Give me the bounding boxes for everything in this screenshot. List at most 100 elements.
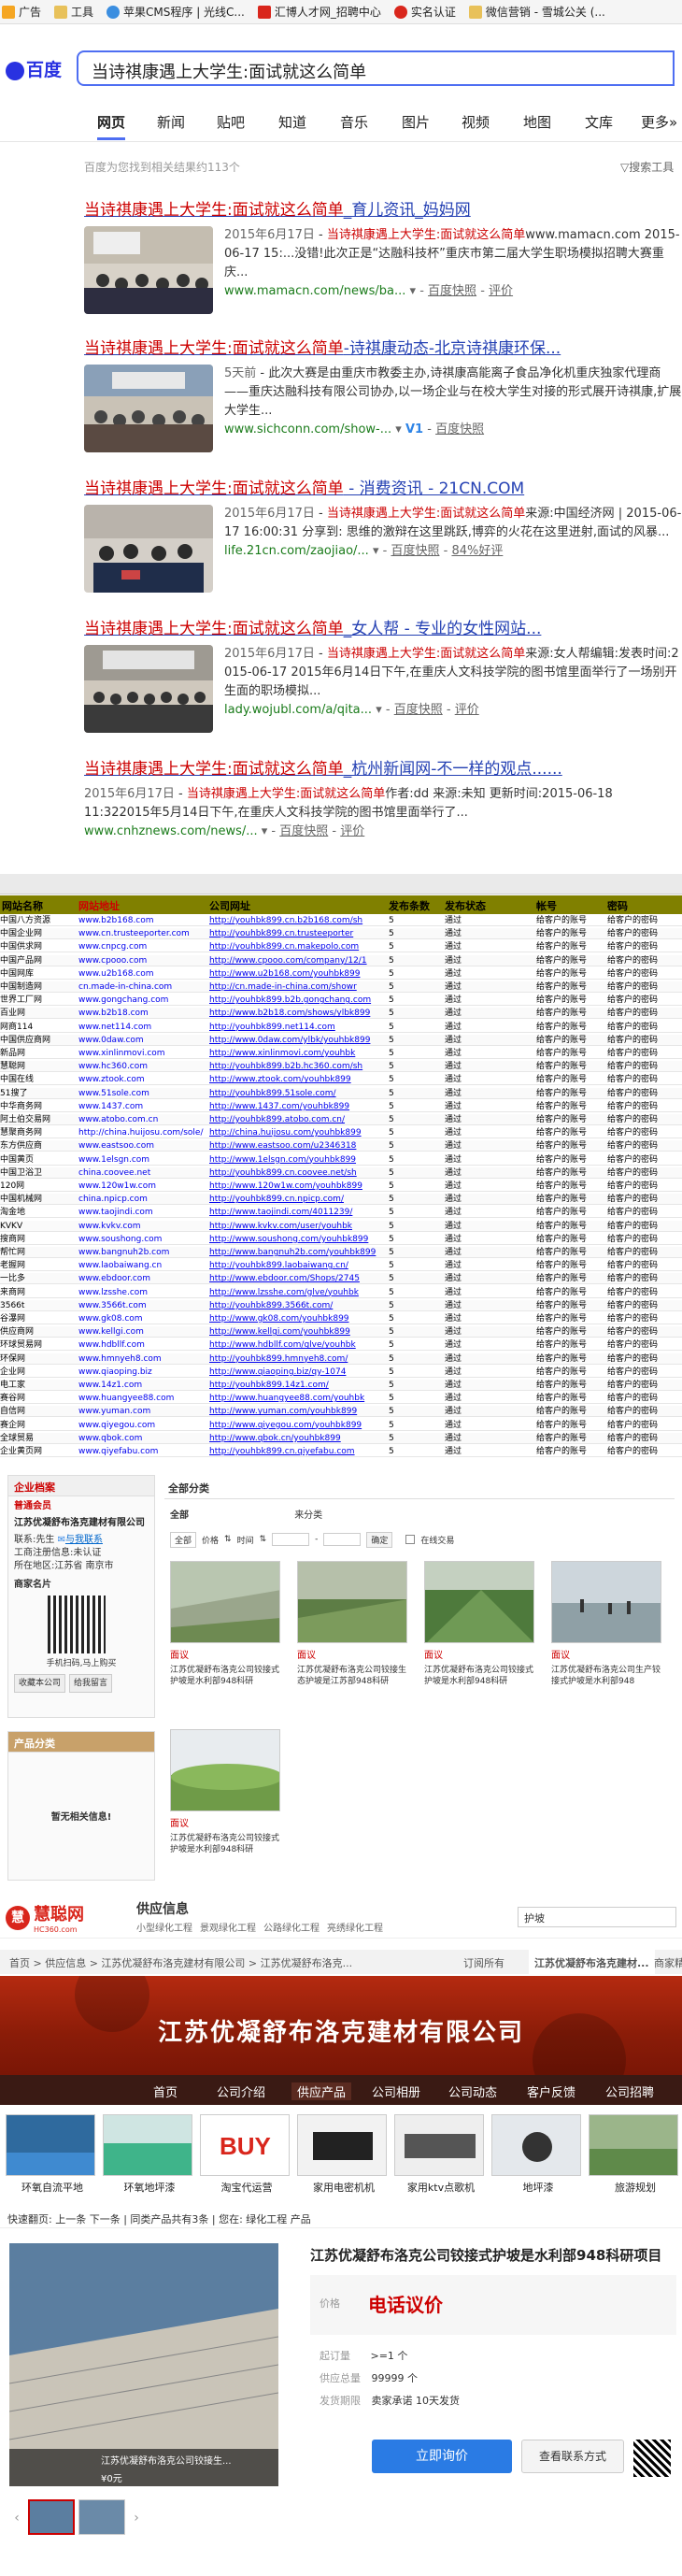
sheet-cell[interactable]: www.soushong.com bbox=[78, 1234, 209, 1245]
sheet-cell[interactable]: www.huangyee88.com bbox=[78, 1393, 209, 1404]
nav-home[interactable]: 首页 bbox=[153, 2082, 178, 2100]
sheet-cell[interactable]: http://www.huangyee88.com/youhbk bbox=[209, 1393, 387, 1404]
sheet-cell[interactable]: china.npicp.com bbox=[78, 1194, 209, 1205]
thumb-item[interactable]: 家用电密机机 bbox=[297, 2114, 391, 2195]
quick-nav[interactable]: 快速翻页: 上一条 下一条 | 同类产品共有3条 | 您在: 绿化工程 产品 bbox=[0, 2208, 682, 2228]
thumb-item[interactable]: 家用ktv点歌机 bbox=[394, 2114, 488, 2195]
nav-album[interactable]: 公司相册 bbox=[372, 2082, 420, 2100]
snapshot-link[interactable]: 百度快照 bbox=[435, 422, 484, 436]
filter-all[interactable]: 全部 bbox=[170, 1531, 197, 1548]
bookmark-tools[interactable]: 工具 bbox=[54, 4, 93, 20]
product-image[interactable] bbox=[170, 1561, 280, 1643]
product-card[interactable]: 面议 江苏优凝舒布洛克公司生产铰接式护坡是水利部948 bbox=[551, 1561, 667, 1687]
sheet-cell[interactable]: http://youhbk899.cn.npicp.com/ bbox=[209, 1194, 387, 1205]
rating-link[interactable]: 84%好评 bbox=[451, 544, 503, 558]
product-card[interactable]: 面议 江苏优凝舒布洛克公司铰接式护坡是水利部948科研 bbox=[170, 1729, 286, 1855]
product-image[interactable] bbox=[424, 1561, 534, 1643]
sheet-cell[interactable]: http://youhbk899.laobaiwang.cn/ bbox=[209, 1260, 387, 1271]
sheet-cell[interactable]: http://www.kvkv.com/user/youhbk bbox=[209, 1221, 387, 1232]
sheet-cell[interactable]: www.b2b168.com bbox=[78, 915, 209, 926]
rating-link[interactable]: 评价 bbox=[489, 284, 513, 298]
thumb-item[interactable]: 环氧自流平地 bbox=[6, 2114, 99, 2195]
sheet-cell[interactable]: www.1437.com bbox=[78, 1101, 209, 1112]
sheet-cell[interactable]: http://youhbk899.atobo.com.cn/ bbox=[209, 1114, 387, 1125]
sheet-cell[interactable]: http://www.yuman.com/youhbk899 bbox=[209, 1406, 387, 1417]
sheet-cell[interactable]: www.hmnyeh8.com bbox=[78, 1353, 209, 1365]
sheet-cell[interactable]: www.qbok.com bbox=[78, 1433, 209, 1444]
tab-video[interactable]: 视频 bbox=[462, 112, 490, 132]
tab-news[interactable]: 新闻 bbox=[157, 112, 185, 132]
filter-time[interactable]: 时间 bbox=[237, 1534, 254, 1546]
snapshot-link[interactable]: 百度快照 bbox=[428, 284, 476, 298]
snapshot-link[interactable]: 百度快照 bbox=[279, 824, 328, 838]
filter-confirm-button[interactable]: 确定 bbox=[366, 1531, 393, 1548]
bookmark-realname[interactable]: 实名认证 bbox=[393, 4, 456, 20]
tab-web[interactable]: 网页 bbox=[97, 112, 126, 140]
quick-link[interactable]: 亮绣绿化工程 bbox=[327, 1920, 383, 1934]
prev-arrow-icon[interactable]: ‹ bbox=[9, 2499, 24, 2537]
sheet-cell[interactable]: www.1elsgn.com bbox=[78, 1154, 209, 1166]
sheet-cell[interactable]: www.qiyegou.com bbox=[78, 1420, 209, 1431]
tab-zhidao[interactable]: 知道 bbox=[278, 112, 306, 132]
sheet-cell[interactable]: http://www.1437.com/youhbk899 bbox=[209, 1101, 387, 1112]
sheet-cell[interactable]: http://www.kellgi.com/youhbk899 bbox=[209, 1326, 387, 1338]
company-tab[interactable]: 江苏优凝舒布洛克建材... bbox=[529, 1950, 655, 1974]
product-desc[interactable]: 江苏优凝舒布洛克公司铰接式护坡是水利部948科研 bbox=[170, 1665, 286, 1687]
sheet-cell[interactable]: http://www.120w1w.com/youhbk899 bbox=[209, 1181, 387, 1192]
sheet-cell[interactable]: http://cn.made-in-china.com/showr bbox=[209, 981, 387, 993]
sheet-cell[interactable]: www.net114.com bbox=[78, 1022, 209, 1033]
subscribe-tab[interactable]: 订阅所有 bbox=[463, 1955, 504, 1970]
sheet-cell[interactable]: http://youhbk899.net114.com bbox=[209, 1022, 387, 1033]
rating-link[interactable]: 评价 bbox=[455, 703, 479, 717]
sheet-cell[interactable]: www.51sole.com bbox=[78, 1088, 209, 1099]
snapshot-link[interactable]: 百度快照 bbox=[394, 703, 443, 717]
sheet-cell[interactable]: www.hdbllf.com bbox=[78, 1339, 209, 1351]
sheet-cell[interactable]: www.hc360.com bbox=[78, 1061, 209, 1072]
bookmark-apple-cms[interactable]: 苹果CMS程序 | 光线C... bbox=[107, 4, 245, 20]
sheet-cell[interactable]: http://www.ztook.com/youhbk899 bbox=[209, 1074, 387, 1085]
sheet-cell[interactable]: http://www.qiaoping.biz/qy-1074 bbox=[209, 1367, 387, 1378]
thumb-item[interactable]: 环氧地坪漆 bbox=[103, 2114, 196, 2195]
result-title[interactable]: 当诗祺康遇上大学生:面试就这么简单_女人帮 - 专业的女性网站... bbox=[84, 615, 682, 638]
contact-me-link[interactable]: 与我联系 bbox=[65, 1535, 103, 1545]
sheet-cell[interactable]: www.yuman.com bbox=[78, 1406, 209, 1417]
tab-tieba[interactable]: 贴吧 bbox=[217, 112, 245, 132]
image-thumb[interactable] bbox=[78, 2499, 125, 2535]
favorite-company-button[interactable]: 收藏本公司 bbox=[14, 1674, 66, 1693]
v-badge-icon[interactable]: V1 bbox=[405, 422, 423, 436]
leave-message-button[interactable]: 给我留言 bbox=[69, 1674, 113, 1693]
result-thumbnail[interactable] bbox=[84, 226, 213, 314]
thumb-item[interactable]: BUY 淘宝代运营 bbox=[200, 2114, 293, 2195]
result-url[interactable]: www.sichconn.com/show-... bbox=[224, 422, 391, 436]
tab-category[interactable]: 来分类 bbox=[294, 1510, 322, 1521]
sheet-cell[interactable]: www.cpooo.com bbox=[78, 955, 209, 966]
product-card[interactable]: 面议 江苏优凝舒布洛克公司铰接式护坡是水利部948科研 bbox=[170, 1561, 286, 1687]
tab-more[interactable]: 更多» bbox=[641, 112, 677, 132]
tab-wenku[interactable]: 文库 bbox=[585, 112, 613, 132]
sheet-cell[interactable]: www.kellgi.com bbox=[78, 1326, 209, 1338]
quick-link[interactable]: 小型绿化工程 bbox=[136, 1920, 192, 1934]
sheet-cell[interactable]: http://www.qbok.cn/youhbk899 bbox=[209, 1433, 387, 1444]
sheet-cell[interactable]: http://www.1elsgn.com/youhbk899 bbox=[209, 1154, 387, 1166]
sheet-cell[interactable]: www.gk08.com bbox=[78, 1313, 209, 1324]
sheet-cell[interactable]: www.ebdoor.com bbox=[78, 1273, 209, 1284]
result-title[interactable]: 当诗祺康遇上大学生:面试就这么简单 - 消费资讯 - 21CN.COM bbox=[84, 475, 682, 498]
sheet-cell[interactable]: http://youhbk899.cn.trusteeporter bbox=[209, 928, 387, 939]
sheet-cell[interactable]: http://www.u2b168.com/youhbk899 bbox=[209, 968, 387, 980]
product-image[interactable] bbox=[170, 1729, 280, 1811]
merchant-tab[interactable]: 商家精 bbox=[654, 1955, 682, 1970]
snapshot-link[interactable]: 百度快照 bbox=[391, 544, 439, 558]
sheet-cell[interactable]: http://www.xinlinmovi.com/youhbk bbox=[209, 1048, 387, 1059]
sheet-cell[interactable]: www.b2b18.com bbox=[78, 1008, 209, 1019]
sheet-cell[interactable]: http://www.qiyegou.com/youhbk899 bbox=[209, 1420, 387, 1431]
sheet-cell[interactable]: www.cnpcg.com bbox=[78, 941, 209, 952]
product-image[interactable] bbox=[551, 1561, 661, 1643]
sheet-cell[interactable]: http://youhbk899.cn.coovee.net/sh bbox=[209, 1167, 387, 1179]
sheet-cell[interactable]: http://youhbk899.14z1.com/ bbox=[209, 1380, 387, 1391]
tab-map[interactable]: 地图 bbox=[523, 112, 551, 132]
image-thumb[interactable] bbox=[28, 2499, 75, 2535]
sheet-cell[interactable]: www.qiyefabu.com bbox=[78, 1446, 209, 1457]
sheet-cell[interactable]: www.cn.trusteeporter.com bbox=[78, 928, 209, 939]
product-card[interactable]: 面议 江苏优凝舒布洛克公司铰接式护坡是水利部948科研 bbox=[424, 1561, 540, 1687]
tab-music[interactable]: 音乐 bbox=[340, 112, 368, 132]
